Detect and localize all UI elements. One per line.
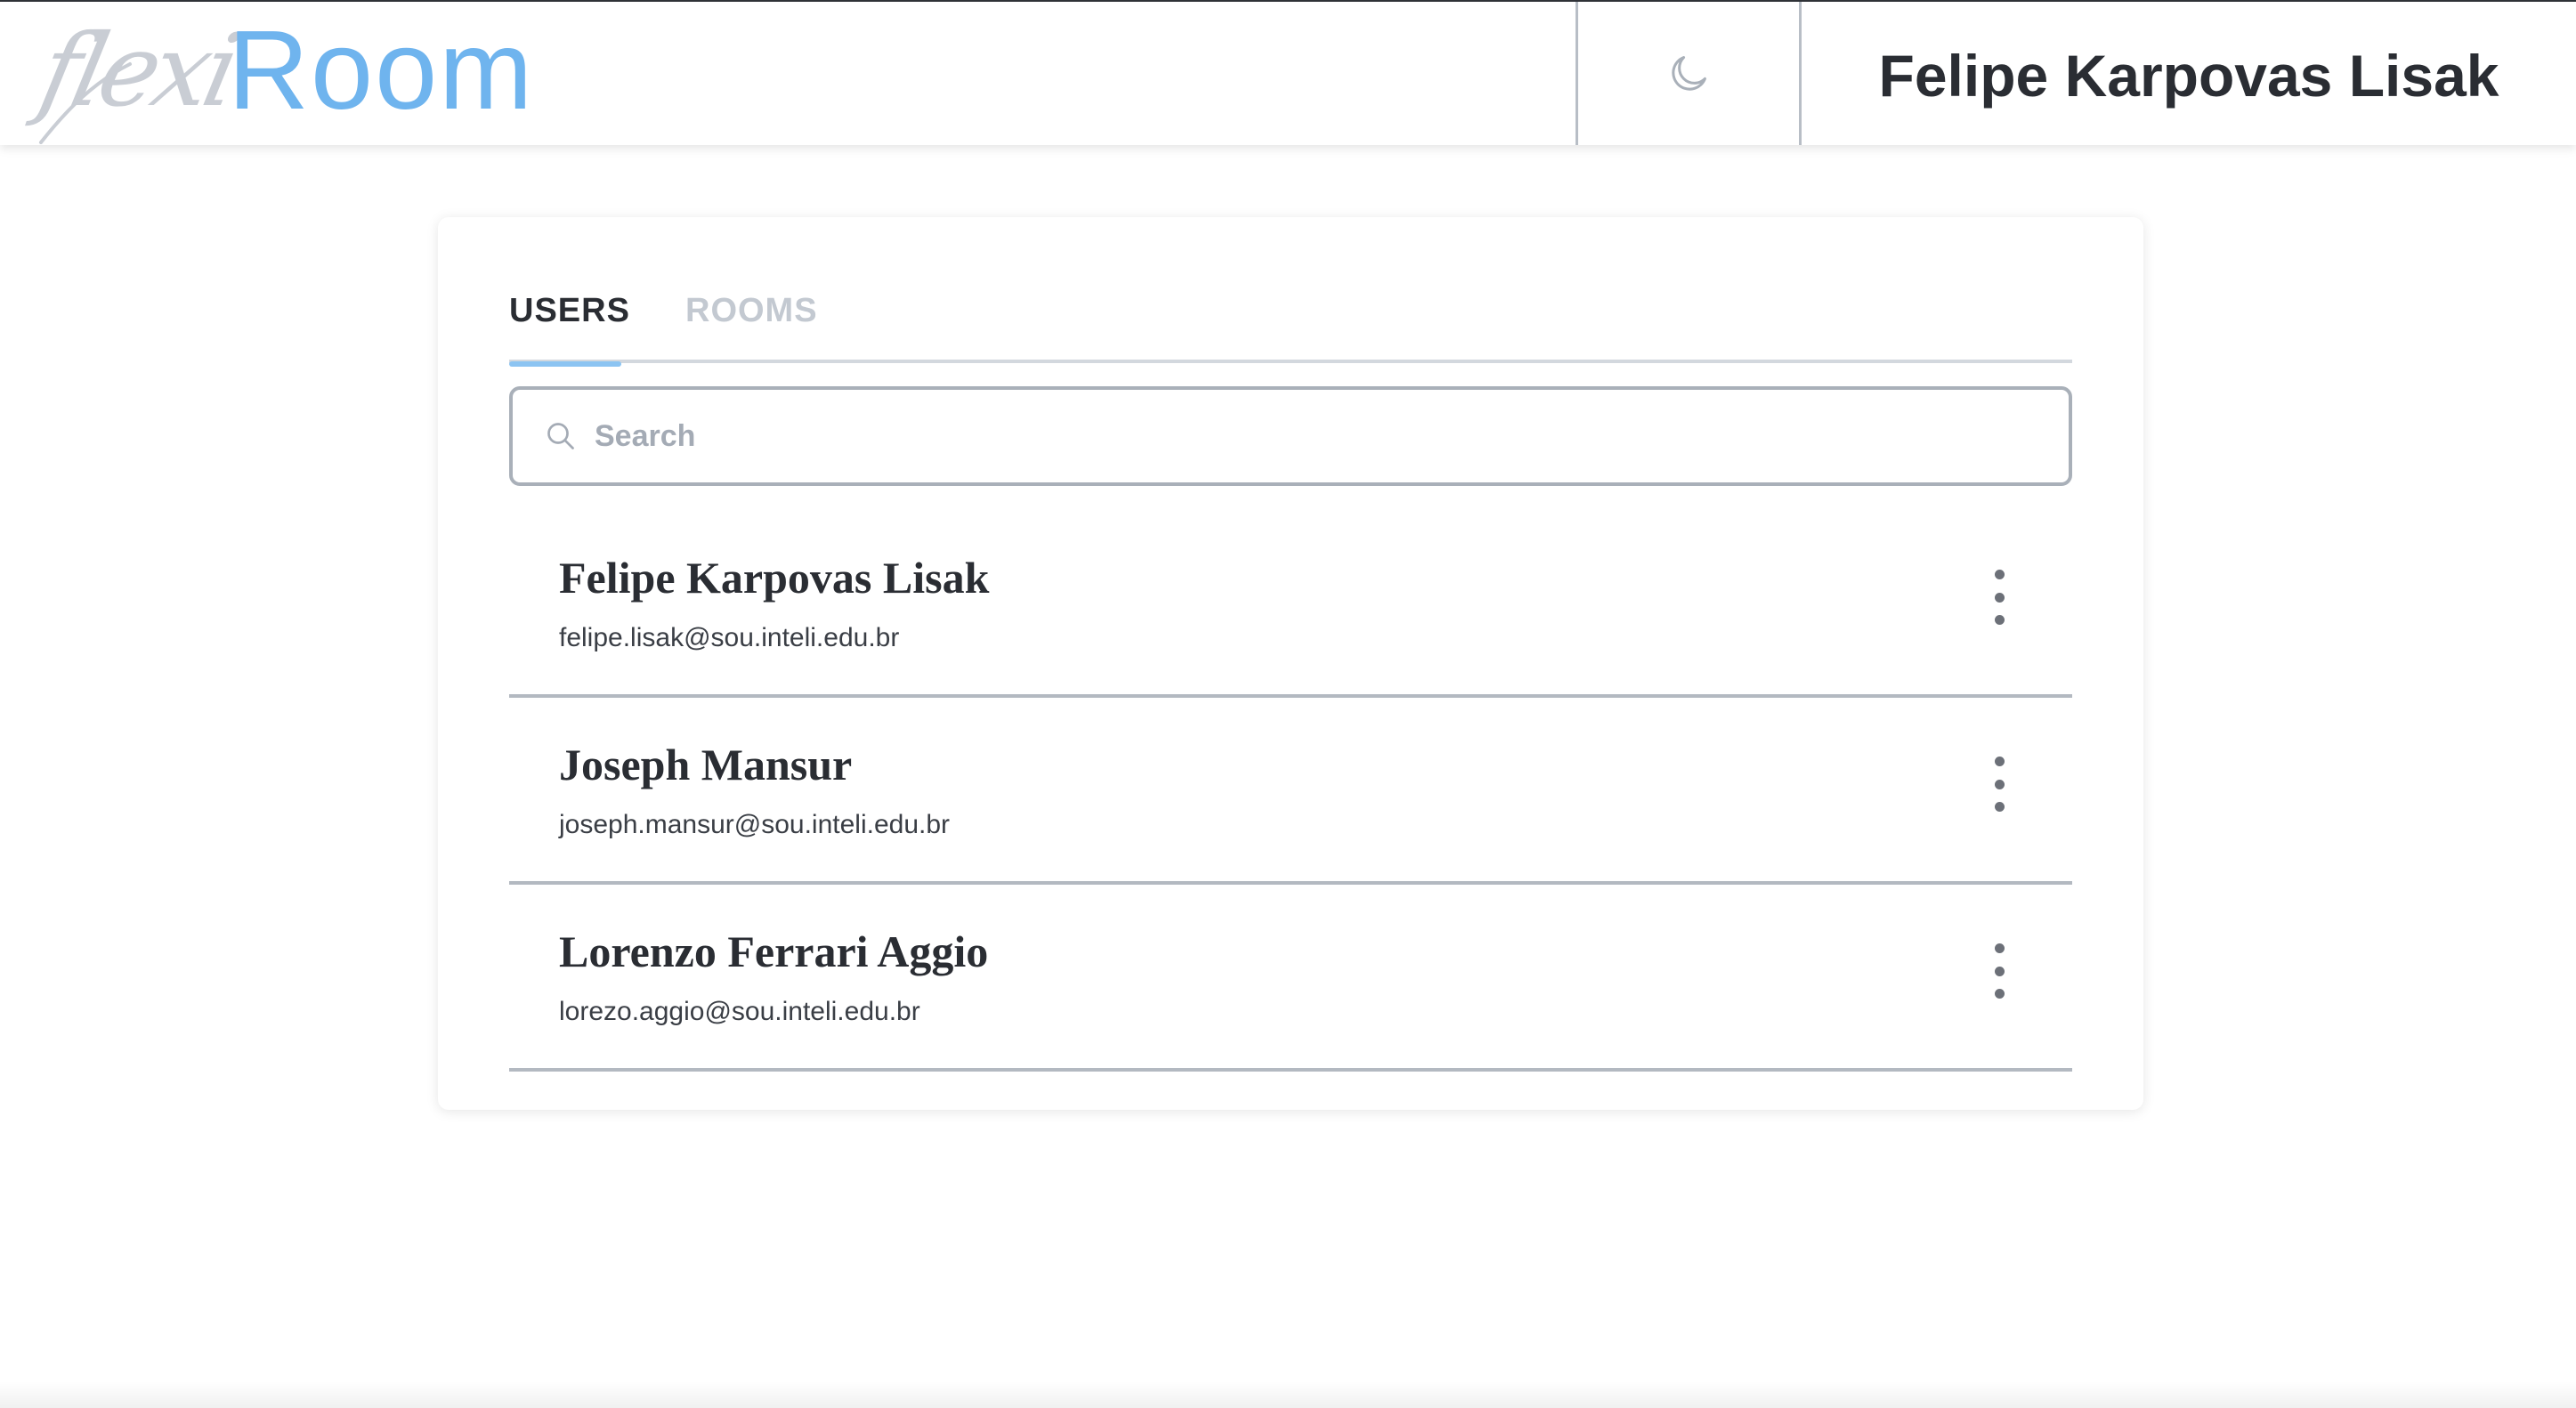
more-vertical-icon[interactable] (1980, 753, 2019, 815)
user-list: Felipe Karpovas Lisak felipe.lisak@sou.i… (509, 511, 2072, 1072)
app-header: flexi Room Felipe Karpovas Lisak (0, 0, 2576, 145)
more-vertical-icon[interactable] (1980, 940, 2019, 1002)
logo-word-text: Room (228, 7, 535, 133)
page-bottom-shadow (0, 1381, 2576, 1408)
moon-icon (1672, 55, 1706, 91)
user-name: Joseph Mansur (559, 740, 853, 789)
app-logo[interactable]: flexi Room (0, 2, 1576, 145)
search-box[interactable] (509, 386, 2072, 486)
list-item[interactable]: Joseph Mansur joseph.mansur@sou.inteli.e… (509, 698, 2072, 885)
user-name: Lorenzo Ferrari Aggio (559, 927, 989, 976)
search-icon (547, 423, 574, 449)
user-email: lorezo.aggio@sou.inteli.edu.br (559, 997, 920, 1026)
list-item[interactable]: Lorenzo Ferrari Aggio lorezo.aggio@sou.i… (509, 885, 2072, 1072)
user-email: joseph.mansur@sou.inteli.edu.br (559, 810, 951, 839)
user-email: felipe.lisak@sou.inteli.edu.br (559, 623, 900, 652)
list-item[interactable]: Felipe Karpovas Lisak felipe.lisak@sou.i… (509, 511, 2072, 698)
more-vertical-icon[interactable] (1980, 566, 2019, 628)
tab-rooms[interactable]: ROOMS (685, 274, 828, 363)
tab-bar: USERS ROOMS (509, 274, 2072, 367)
theme-toggle-button[interactable] (1576, 2, 1802, 145)
current-user-name[interactable]: Felipe Karpovas Lisak (1802, 2, 2576, 145)
user-name: Felipe Karpovas Lisak (559, 553, 990, 603)
users-card: USERS ROOMS Felipe Karpovas Lisak felipe… (438, 217, 2143, 1110)
search-input[interactable] (593, 417, 1928, 455)
tab-users[interactable]: USERS (509, 274, 629, 367)
logo-script-text: flexi (30, 13, 245, 129)
